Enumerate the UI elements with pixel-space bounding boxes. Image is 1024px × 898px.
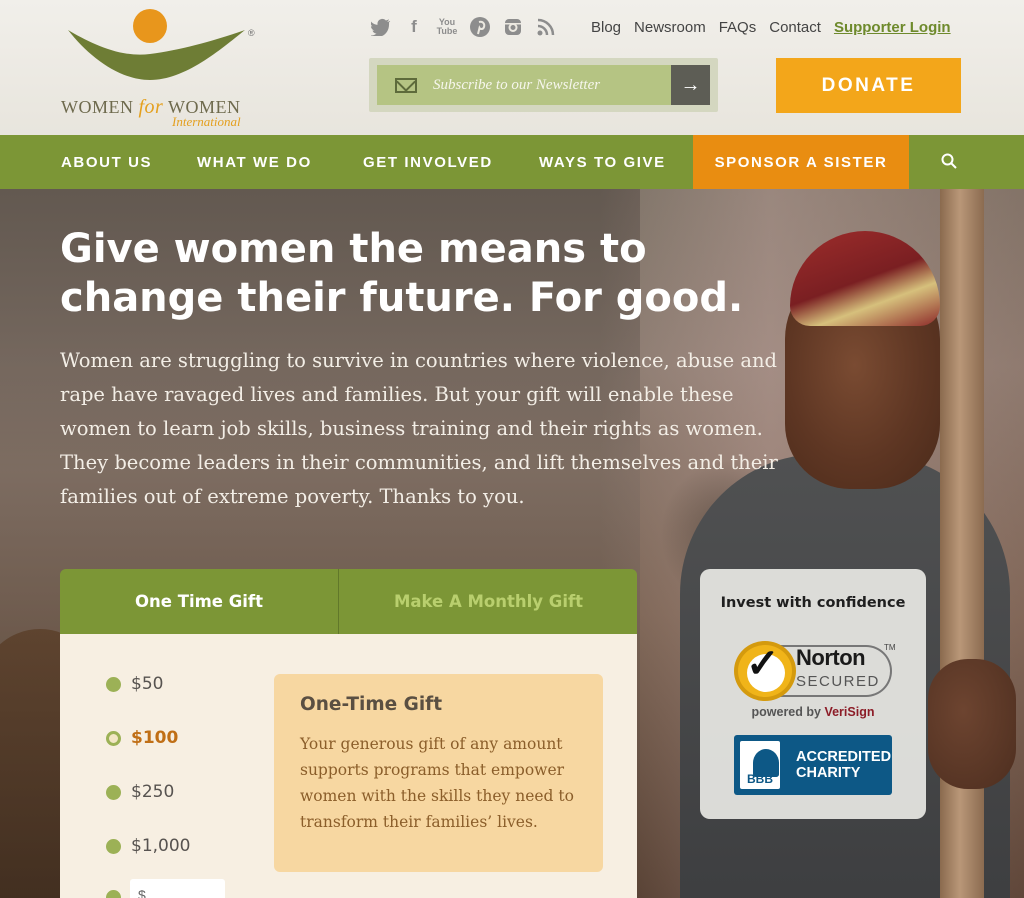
bbb-logo-icon: BBB bbox=[740, 741, 780, 789]
nav-about-us[interactable]: ABOUT US bbox=[61, 135, 152, 189]
amount-label: $250 bbox=[131, 782, 175, 802]
nav-what-we-do[interactable]: WHAT WE DO bbox=[197, 135, 312, 189]
logo-word-women: WOMEN bbox=[61, 97, 134, 117]
norton-secured-label: SECURED bbox=[796, 673, 880, 690]
youtube-icon[interactable]: You Tube bbox=[436, 16, 458, 38]
verisign-label: VeriSign bbox=[824, 705, 875, 719]
tab-monthly-gift[interactable]: Make A Monthly Gift bbox=[340, 569, 637, 634]
radio-dot-icon bbox=[106, 890, 121, 898]
amount-option-50[interactable]: $50 bbox=[106, 674, 163, 694]
norton-secured-badge[interactable]: ✓ Norton SECURED TM bbox=[734, 639, 896, 703]
gift-info-body: Your generous gift of any amount support… bbox=[300, 735, 574, 831]
newsletter-signup: Subscribe to our Newsletter → bbox=[369, 58, 718, 112]
arrow-right-icon: → bbox=[680, 73, 701, 96]
main-nav: ABOUT US WHAT WE DO GET INVOLVED WAYS TO… bbox=[0, 135, 1024, 189]
donation-widget: One Time Gift Make A Monthly Gift $50 $1… bbox=[60, 569, 637, 898]
twitter-icon[interactable] bbox=[370, 16, 392, 38]
gift-panel: $50 $100 $250 $1,000 $ One-Time Gift You… bbox=[60, 634, 637, 898]
amount-label: $50 bbox=[131, 674, 164, 694]
trust-title: Invest with confidence bbox=[720, 595, 906, 611]
site-header: ® WOMEN for WOMEN International f You Tub… bbox=[0, 0, 1024, 135]
gift-info-card: One-Time Gift Your generous gift of any … bbox=[274, 674, 603, 872]
supporter-login-link[interactable]: Supporter Login bbox=[834, 19, 951, 36]
donate-button[interactable]: DONATE bbox=[776, 58, 961, 113]
social-links: f You Tube bbox=[370, 16, 557, 38]
newsroom-link[interactable]: Newsroom bbox=[634, 19, 706, 36]
contact-link[interactable]: Contact bbox=[769, 19, 821, 36]
radio-dot-icon bbox=[106, 838, 121, 854]
custom-amount-input[interactable]: $ bbox=[130, 879, 225, 898]
photo-headscarf bbox=[790, 231, 940, 326]
search-icon[interactable] bbox=[941, 153, 957, 169]
pinterest-icon[interactable] bbox=[469, 16, 491, 38]
radio-dot-selected-icon bbox=[106, 730, 121, 746]
checkmark-icon: ✓ bbox=[746, 642, 780, 686]
newsletter-placeholder: Subscribe to our Newsletter bbox=[433, 76, 601, 93]
logo-international: International bbox=[172, 114, 241, 129]
gift-tabs: One Time Gift Make A Monthly Gift bbox=[60, 569, 637, 634]
trust-badges: Invest with confidence ✓ Norton SECURED … bbox=[700, 569, 926, 819]
blog-link[interactable]: Blog bbox=[591, 19, 621, 36]
photo-pole bbox=[940, 189, 984, 898]
powered-by-verisign: powered by VeriSign bbox=[700, 705, 926, 719]
faqs-link[interactable]: FAQs bbox=[719, 19, 757, 36]
rss-icon[interactable] bbox=[535, 16, 557, 38]
hero-headline: Give women the means to change their fut… bbox=[60, 226, 744, 321]
amount-option-100[interactable]: $100 bbox=[106, 728, 178, 748]
envelope-icon bbox=[395, 77, 417, 93]
radio-dot-icon bbox=[106, 676, 121, 692]
logo-word-for: for bbox=[138, 96, 164, 118]
hero-lede: Women are struggling to survive in count… bbox=[60, 349, 778, 508]
photo-hand bbox=[928, 659, 1016, 789]
radio-dot-icon bbox=[106, 784, 121, 800]
logo-mark-icon bbox=[68, 9, 245, 80]
registered-mark: ® bbox=[248, 28, 255, 38]
nav-ways-to-give[interactable]: WAYS TO GIVE bbox=[539, 135, 666, 189]
tab-one-time-gift[interactable]: One Time Gift bbox=[60, 569, 339, 634]
amount-option-250[interactable]: $250 bbox=[106, 782, 174, 802]
instagram-icon[interactable] bbox=[502, 16, 524, 38]
top-links: Blog Newsroom FAQs Contact Supporter Log… bbox=[591, 19, 951, 36]
nav-sponsor-a-sister[interactable]: SPONSOR A SISTER bbox=[693, 135, 909, 189]
bbb-line-1: ACCREDITED bbox=[796, 749, 892, 765]
newsletter-submit-button[interactable]: → bbox=[671, 65, 710, 105]
powered-by-label: powered by bbox=[751, 705, 821, 719]
nav-get-involved[interactable]: GET INVOLVED bbox=[363, 135, 493, 189]
amount-label: $1,000 bbox=[131, 836, 191, 856]
logo[interactable]: ® WOMEN for WOMEN International bbox=[60, 8, 260, 130]
amount-option-custom[interactable] bbox=[106, 890, 131, 898]
bbb-flame-icon bbox=[753, 749, 779, 777]
facebook-icon[interactable]: f bbox=[403, 16, 425, 38]
amount-option-1000[interactable]: $1,000 bbox=[106, 836, 190, 856]
amount-label: $100 bbox=[131, 728, 179, 748]
norton-name: Norton bbox=[796, 645, 866, 670]
norton-tm: TM bbox=[884, 643, 896, 652]
youtube-word-tube: Tube bbox=[436, 26, 458, 36]
bbb-text: ACCREDITED CHARITY bbox=[796, 749, 891, 781]
bbb-line-2: CHARITY bbox=[796, 765, 861, 781]
gift-info-title: One-Time Gift bbox=[300, 694, 443, 715]
hero: Give women the means to change their fut… bbox=[0, 189, 1024, 898]
newsletter-input[interactable]: Subscribe to our Newsletter bbox=[377, 65, 671, 105]
bbb-accredited-badge[interactable]: BBB ACCREDITED CHARITY bbox=[734, 735, 892, 795]
